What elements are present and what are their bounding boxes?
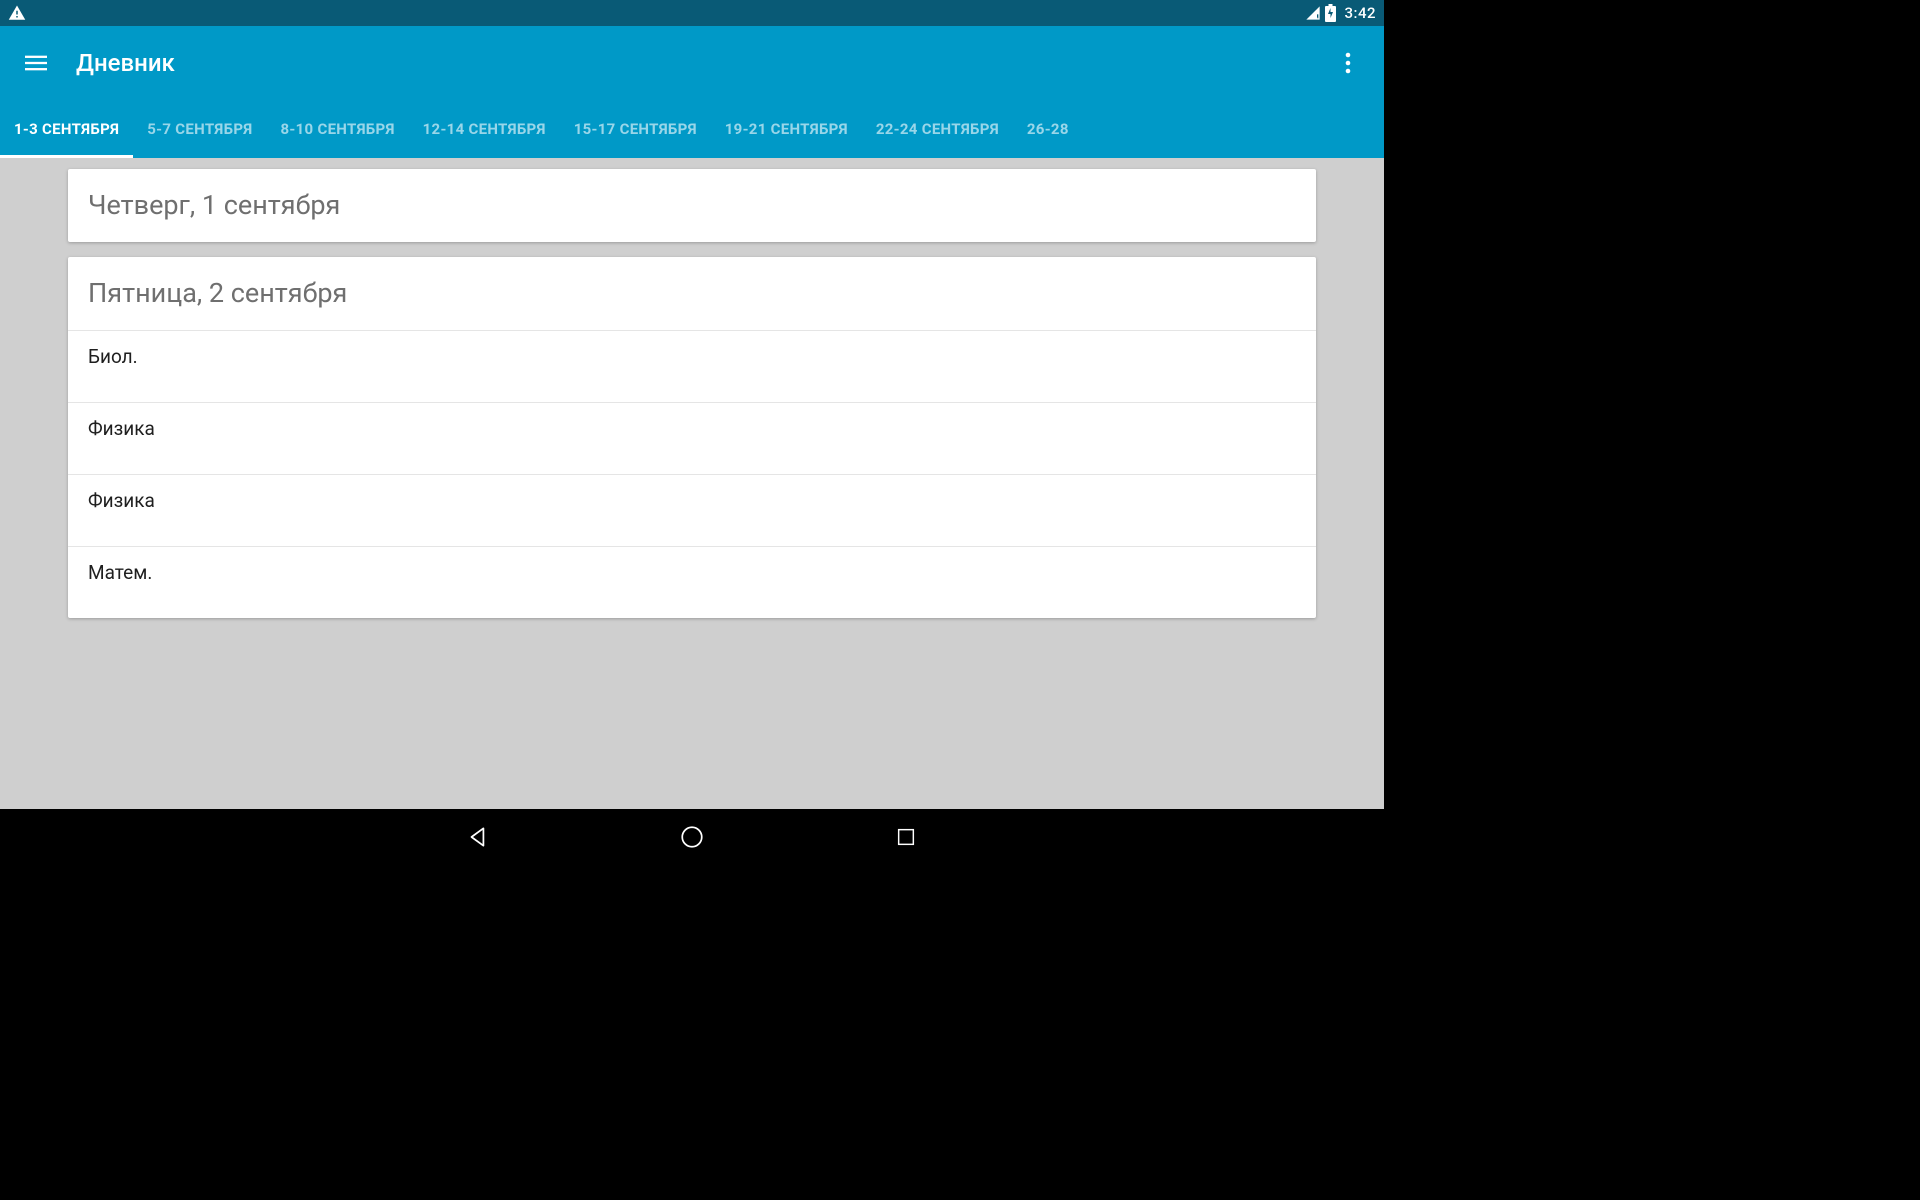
tab-7[interactable]: 26-28 [1013, 100, 1083, 158]
lesson-row[interactable]: Матем. [68, 546, 1316, 618]
recents-icon [895, 826, 917, 848]
status-time: 3:42 [1344, 4, 1376, 22]
day-header: Четверг, 1 сентября [68, 169, 1316, 242]
day-card: Четверг, 1 сентября [68, 169, 1316, 242]
recents-button[interactable] [884, 815, 928, 859]
day-header: Пятница, 2 сентября [68, 257, 1316, 330]
tab-5[interactable]: 19-21 СЕНТЯБРЯ [711, 100, 862, 158]
home-button[interactable] [670, 815, 714, 859]
back-icon [465, 824, 491, 850]
menu-button[interactable] [16, 43, 56, 83]
diary-content[interactable]: Четверг, 1 сентября Пятница, 2 сентябряБи… [0, 158, 1384, 809]
status-bar: 3:42 [0, 0, 1384, 26]
system-nav-bar [0, 809, 1384, 865]
tab-3[interactable]: 12-14 СЕНТЯБРЯ [409, 100, 560, 158]
tab-bar[interactable]: 1-3 СЕНТЯБРЯ5-7 СЕНТЯБРЯ8-10 СЕНТЯБРЯ12-… [0, 100, 1384, 158]
signal-icon [1305, 5, 1321, 21]
app-bar-top: Дневник [0, 26, 1384, 100]
more-vert-icon [1345, 52, 1351, 74]
tab-6[interactable]: 22-24 СЕНТЯБРЯ [862, 100, 1013, 158]
day-card: Пятница, 2 сентябряБиол.ФизикаФизикаМате… [68, 257, 1316, 618]
tab-0[interactable]: 1-3 СЕНТЯБРЯ [0, 100, 133, 158]
lesson-row[interactable]: Физика [68, 474, 1316, 546]
hamburger-icon [25, 52, 47, 74]
app-bar: Дневник 1-3 СЕНТЯБРЯ5-7 СЕНТЯБРЯ8-10 СЕН… [0, 26, 1384, 158]
screen: 3:42 Дневник 1-3 СЕНТЯБРЯ5-7 СЕНТЯБРЯ8-1… [0, 0, 1384, 865]
warning-icon [8, 4, 26, 22]
battery-icon [1325, 4, 1336, 22]
tab-1[interactable]: 5-7 СЕНТЯБРЯ [133, 100, 266, 158]
back-button[interactable] [456, 815, 500, 859]
home-icon [679, 824, 705, 850]
overflow-button[interactable] [1328, 43, 1368, 83]
page-title: Дневник [76, 49, 175, 77]
lesson-row[interactable]: Биол. [68, 330, 1316, 402]
tab-2[interactable]: 8-10 СЕНТЯБРЯ [267, 100, 409, 158]
tab-4[interactable]: 15-17 СЕНТЯБРЯ [560, 100, 711, 158]
lesson-row[interactable]: Физика [68, 402, 1316, 474]
